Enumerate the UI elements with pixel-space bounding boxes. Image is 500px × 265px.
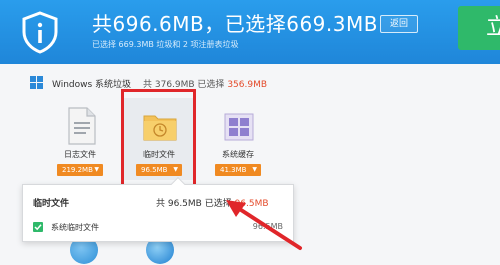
document-icon <box>68 107 96 145</box>
total-size-title: 共696.6MB，已选择669.3MB <box>92 12 378 36</box>
popup-title: 临时文件 <box>33 199 70 209</box>
popup-stats: 共 96.5MB 已选择 96.5MB <box>156 196 269 209</box>
system-temp-files-label: 系统临时文件 <box>51 223 99 232</box>
checkmark-icon <box>34 224 42 231</box>
highlight-frame <box>121 89 196 188</box>
system-temp-files-size: 96.5MB <box>252 222 283 231</box>
log-file-size: 219.2MB <box>62 166 93 174</box>
chevron-down-icon: ▼ <box>94 166 99 173</box>
back-button[interactable]: 返回 <box>380 15 418 33</box>
top-header: 共696.6MB，已选择669.3MB 已选择 669.3MB 垃圾和 2 项注… <box>0 0 500 64</box>
system-cache-label: 系统缓存 <box>222 150 254 159</box>
log-file-item[interactable]: 日志文件 219.2MB ▼ <box>45 98 115 180</box>
popup-stats-selected: 96.5MB <box>234 199 269 209</box>
section-stats-selected: 356.9MB <box>227 80 268 90</box>
log-file-label: 日志文件 <box>64 150 96 159</box>
popup-stats-prefix: 共 96.5MB 已选择 <box>156 199 232 209</box>
log-file-size-dropdown[interactable]: 219.2MB ▼ <box>57 164 103 176</box>
clean-now-button[interactable]: 立 <box>458 6 500 50</box>
system-temp-files-checkbox[interactable] <box>33 222 43 232</box>
system-temp-files-row[interactable]: 系统临时文件 96.5MB <box>33 220 283 234</box>
selection-subtitle: 已选择 669.3MB 垃圾和 2 项注册表垃圾 <box>92 40 239 49</box>
system-cache-item[interactable]: 系统缓存 41.3MB ▼ <box>203 98 273 180</box>
temp-file-details-popup: 临时文件 共 96.5MB 已选择 96.5MB 系统临时文件 96.5MB <box>22 176 294 242</box>
section-title: Windows 系统垃圾 <box>52 80 132 90</box>
windows-logo-icon <box>30 76 43 89</box>
system-cache-size: 41.3MB <box>220 166 247 174</box>
shield-i-icon <box>22 11 58 54</box>
system-cache-size-dropdown[interactable]: 41.3MB ▼ <box>215 164 261 176</box>
windows-tiles-icon <box>224 113 254 141</box>
chevron-down-icon: ▼ <box>252 166 257 173</box>
